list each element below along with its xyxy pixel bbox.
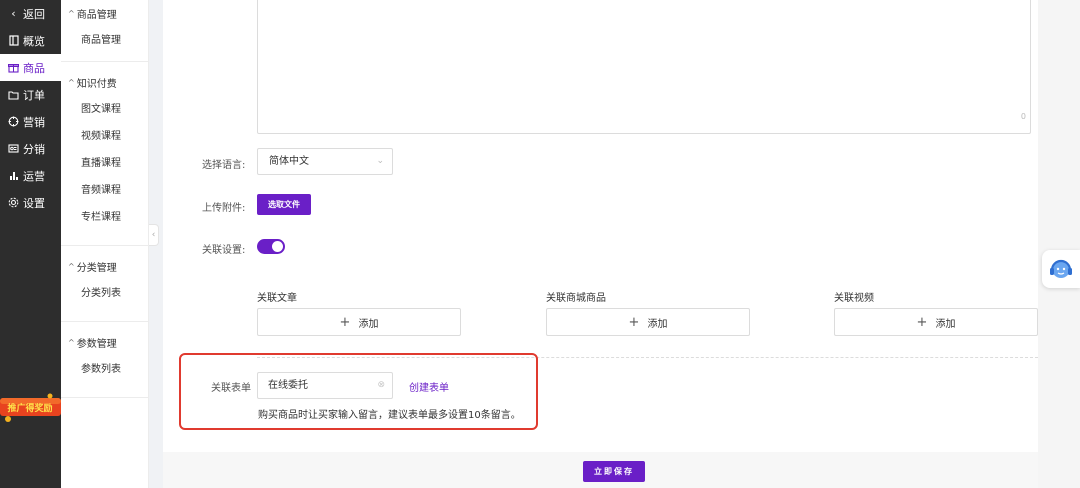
relation-toggle[interactable] [257,239,285,254]
subnav-link-audio-course[interactable]: 音频课程 [61,177,148,204]
bar-chart-icon [7,171,20,181]
relation-label: 关联设置: [202,245,246,256]
sub-nav: ^ 商品管理 商品管理 ^ 知识付费 图文课程 视频课程 直播课程 音频课程 专… [61,0,149,488]
add-label: 添加 [358,318,379,330]
nav-settings-label: 设置 [23,196,45,210]
description-textarea[interactable]: 0 [257,0,1031,134]
overview-icon [7,35,20,46]
toggle-knob [272,241,283,252]
subnav-link-category-list[interactable]: 分类列表 [61,280,148,307]
subnav-group-title: 知识付费 [76,79,117,90]
chevron-up-icon: ^ [68,9,75,18]
nav-back-label: 返回 [23,7,45,21]
language-select-value: 简体中文 [269,156,309,167]
save-button[interactable]: 立即保存 [583,461,645,482]
nav-orders-label: 订单 [23,88,45,102]
relation-video-title: 关联视频 [834,293,874,304]
subnav-link-param-list[interactable]: 参数列表 [61,356,148,383]
plus-icon: + [916,314,928,330]
subnav-link-live-course[interactable]: 直播课程 [61,150,148,177]
nav-settings[interactable]: 设置 [0,189,61,216]
main-nav: ‹ 返回 概览 商品 订单 营销 分销 运营 设置 推广得奖励 [0,0,61,488]
nav-overview[interactable]: 概览 [0,27,61,54]
share-icon [7,143,20,154]
chevron-down-icon: ⌄ [376,156,384,166]
subnav-group-title: 商品管理 [76,10,117,21]
customer-service-button[interactable] [1042,250,1080,288]
chevron-up-icon: ^ [68,262,75,271]
add-article-button[interactable]: + 添加 [257,308,461,336]
language-select[interactable]: 简体中文 ⌄ [257,148,393,175]
language-label: 选择语言: [202,160,246,171]
promo-badge[interactable]: 推广得奖励 [0,392,61,424]
nav-products-label: 商品 [23,61,45,75]
gear-icon [7,197,20,208]
nav-orders[interactable]: 订单 [0,81,61,108]
relation-mall-product-title: 关联商城商品 [546,293,606,304]
chevron-left-icon: ‹ [151,230,156,240]
nav-distribution-label: 分销 [23,142,45,156]
folder-icon [7,90,20,100]
divider [61,397,148,398]
gift-icon [7,62,20,73]
subnav-group-product-mgmt[interactable]: ^ 商品管理 [61,0,148,27]
add-mall-product-button[interactable]: + 添加 [546,308,750,336]
nav-distribution[interactable]: 分销 [0,135,61,162]
choose-file-button[interactable]: 选取文件 [257,194,311,215]
plus-icon: + [339,314,351,330]
subnav-group-title: 分类管理 [76,263,117,274]
subnav-link-article-course[interactable]: 图文课程 [61,96,148,123]
divider [61,61,148,62]
promo-text: 推广得奖励 [7,402,52,414]
headset-icon [1050,259,1072,278]
add-label: 添加 [935,318,956,330]
plus-icon: + [628,314,640,330]
target-icon [7,116,20,127]
divider [61,245,148,246]
divider [61,321,148,322]
chevron-left-icon: ‹ [11,7,16,20]
annotation-highlight-box [179,353,538,430]
subnav-group-category[interactable]: ^ 分类管理 [61,253,148,280]
nav-marketing-label: 营销 [23,115,45,129]
subnav-group-title: 参数管理 [76,339,117,350]
subnav-group-knowledge[interactable]: ^ 知识付费 [61,69,148,96]
subnav-link-product-mgmt[interactable]: 商品管理 [61,27,148,54]
nav-marketing[interactable]: 营销 [0,108,61,135]
nav-overview-label: 概览 [23,34,45,48]
right-strip [1038,0,1080,488]
chevron-up-icon: ^ [68,78,75,87]
nav-operations[interactable]: 运营 [0,162,61,189]
char-count: 0 [1020,112,1026,121]
relation-article-title: 关联文章 [257,293,297,304]
upload-label: 上传附件: [202,203,246,214]
subnav-link-column-course[interactable]: 专栏课程 [61,204,148,231]
chevron-up-icon: ^ [68,338,75,347]
nav-operations-label: 运营 [23,169,45,183]
collapse-sidebar-button[interactable]: ‹ [149,224,159,246]
nav-products[interactable]: 商品 [0,54,61,81]
subnav-group-params[interactable]: ^ 参数管理 [61,329,148,356]
nav-back[interactable]: ‹ 返回 [0,0,61,27]
add-video-button[interactable]: + 添加 [834,308,1038,336]
subnav-link-video-course[interactable]: 视频课程 [61,123,148,150]
add-label: 添加 [647,318,668,330]
